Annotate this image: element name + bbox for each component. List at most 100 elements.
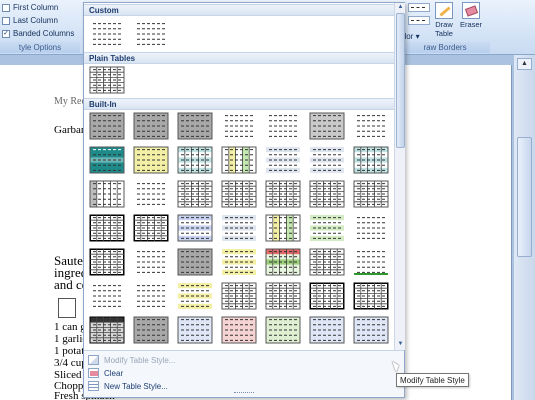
line-style-combo[interactable]: [408, 3, 430, 12]
table-style-thumbnail[interactable]: [133, 248, 169, 276]
table-style-thumbnail[interactable]: [221, 146, 257, 174]
option-label: First Column: [13, 3, 59, 12]
scroll-down-icon[interactable]: ▼: [396, 340, 405, 349]
last-column-option[interactable]: Last Column: [2, 16, 58, 25]
option-label: Banded Columns: [13, 29, 75, 38]
gallery-menu: Modify Table Style... Clear New Table St…: [84, 350, 404, 397]
table-style-thumbnail[interactable]: [353, 316, 389, 344]
table-style-thumbnail[interactable]: [133, 20, 169, 48]
table-grid-icon: [88, 381, 99, 391]
table-style-thumbnail[interactable]: [89, 20, 125, 48]
gallery-section-header: Custom: [84, 4, 394, 16]
checkbox[interactable]: [2, 3, 10, 12]
table-style-thumbnail[interactable]: [265, 112, 301, 140]
table-style-thumbnail[interactable]: [265, 282, 301, 310]
scroll-up-icon[interactable]: ▲: [396, 3, 405, 12]
gallery-scrollbar[interactable]: ▲ ▼: [394, 3, 405, 350]
tooltip: Modify Table Style: [396, 373, 469, 387]
gallery-section-header: Built-In: [84, 98, 394, 110]
eraser-icon: [88, 368, 99, 378]
gallery-section-header: Plain Tables: [84, 52, 394, 64]
text-box[interactable]: [58, 298, 76, 318]
doc-line: 1 potat: [54, 345, 85, 357]
table-style-thumbnail[interactable]: [309, 282, 345, 310]
document-scrollbar[interactable]: ▲: [514, 55, 535, 400]
draw-table-label: Draw Table: [435, 20, 453, 38]
table-style-thumbnail[interactable]: [353, 248, 389, 276]
table-style-thumbnail[interactable]: [89, 66, 125, 94]
table-style-thumbnail[interactable]: [265, 146, 301, 174]
line-weight-combo[interactable]: [408, 16, 430, 25]
table-style-thumbnail[interactable]: [89, 316, 125, 344]
table-style-thumbnail[interactable]: [309, 214, 345, 242]
scroll-up-icon[interactable]: ▲: [517, 58, 532, 70]
modify-style-icon: [88, 355, 99, 365]
table-style-thumbnail[interactable]: [309, 112, 345, 140]
table-style-thumbnail[interactable]: [265, 180, 301, 208]
table-style-thumbnail[interactable]: [133, 180, 169, 208]
table-style-thumbnail[interactable]: [353, 146, 389, 174]
doc-line: Garban: [54, 124, 87, 136]
banded-columns-option[interactable]: ✓ Banded Columns: [2, 29, 74, 38]
table-style-thumbnail[interactable]: [221, 282, 257, 310]
table-style-thumbnail[interactable]: [265, 248, 301, 276]
table-style-thumbnail[interactable]: [133, 146, 169, 174]
draw-borders-group-label: raw Borders: [400, 42, 490, 53]
table-style-thumbnail[interactable]: [89, 214, 125, 242]
table-style-thumbnail[interactable]: [353, 112, 389, 140]
table-style-thumbnail[interactable]: [177, 146, 213, 174]
table-style-thumbnail[interactable]: [309, 146, 345, 174]
table-style-thumbnail[interactable]: [353, 180, 389, 208]
table-style-thumbnail[interactable]: [89, 112, 125, 140]
table-style-thumbnail[interactable]: [221, 248, 257, 276]
table-style-thumbnail[interactable]: [265, 316, 301, 344]
table-style-thumbnail[interactable]: [221, 180, 257, 208]
eraser-label: Eraser: [459, 20, 483, 29]
menu-label: New Table Style...: [104, 381, 168, 391]
menu-label: Modify Table Style...: [104, 355, 176, 365]
table-style-thumbnail[interactable]: [133, 214, 169, 242]
table-style-thumbnail[interactable]: [353, 282, 389, 310]
table-style-thumbnail[interactable]: [309, 248, 345, 276]
checkbox-checked[interactable]: ✓: [2, 29, 10, 38]
table-style-thumbnail[interactable]: [133, 112, 169, 140]
table-style-thumbnail[interactable]: [221, 214, 257, 242]
table-style-thumbnail[interactable]: [177, 214, 213, 242]
table-style-thumbnail[interactable]: [89, 180, 125, 208]
first-column-option[interactable]: First Column: [2, 3, 58, 12]
table-style-thumbnail[interactable]: [265, 214, 301, 242]
table-style-thumbnail[interactable]: [309, 316, 345, 344]
eraser-icon: [462, 2, 480, 19]
table-style-thumbnail[interactable]: [221, 112, 257, 140]
menu-label: Clear: [104, 368, 124, 378]
table-style-thumbnail[interactable]: [221, 316, 257, 344]
table-style-thumbnail[interactable]: [177, 316, 213, 344]
scroll-thumb[interactable]: [517, 137, 532, 257]
table-style-thumbnail[interactable]: [177, 180, 213, 208]
table-style-thumbnail[interactable]: [177, 282, 213, 310]
modify-table-style-item[interactable]: Modify Table Style...: [88, 354, 175, 366]
resize-grip-icon[interactable]: [234, 392, 254, 395]
table-style-thumbnail[interactable]: [89, 282, 125, 310]
clear-item[interactable]: Clear: [88, 367, 123, 379]
new-table-style-item[interactable]: New Table Style...: [88, 380, 168, 392]
table-styles-gallery: Custom Plain Tables Built-In ▲ ▼ Modify …: [83, 2, 405, 398]
table-style-thumbnail[interactable]: [133, 282, 169, 310]
checkbox[interactable]: [2, 16, 10, 25]
pencil-icon: [435, 2, 453, 19]
doc-line: 3/4 cup: [54, 357, 87, 369]
table-style-thumbnail[interactable]: [177, 112, 213, 140]
table-style-thumbnail[interactable]: [89, 146, 125, 174]
doc-heading: My Rec: [54, 96, 86, 107]
table-style-thumbnail[interactable]: [89, 248, 125, 276]
draw-table-button[interactable]: Draw Table: [431, 2, 457, 38]
scroll-thumb[interactable]: [396, 13, 405, 148]
table-style-thumbnail[interactable]: [133, 316, 169, 344]
doc-line: 1 can g: [54, 321, 86, 333]
table-style-options-group-label: tyle Options: [0, 42, 80, 53]
eraser-button[interactable]: Eraser: [458, 2, 484, 29]
table-style-thumbnail[interactable]: [177, 248, 213, 276]
table-style-thumbnail[interactable]: [353, 214, 389, 242]
table-style-thumbnail[interactable]: [309, 180, 345, 208]
option-label: Last Column: [13, 16, 58, 25]
